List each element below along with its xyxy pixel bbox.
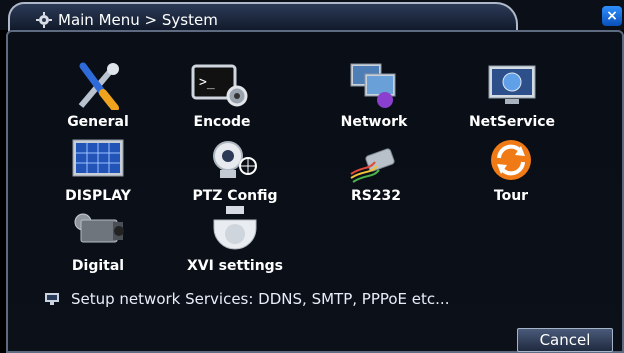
menu-item-label: RS232	[350, 188, 402, 204]
ip-camera-icon	[67, 206, 129, 254]
menu-item-label: Encode	[193, 114, 251, 130]
menu-item-label: Tour	[493, 188, 529, 204]
window-title-text: Main Menu > System	[58, 11, 218, 29]
status-hint: Setup network Services: DDNS, SMTP, PPPo…	[45, 290, 449, 308]
window-title: Main Menu > System	[36, 11, 218, 29]
title-bar: Main Menu > System ×	[0, 0, 624, 32]
menu-item-general[interactable]: General	[38, 62, 158, 142]
globe-monitor-icon	[481, 62, 543, 110]
menu-item-ptz-config[interactable]: PTZ Config	[175, 136, 295, 216]
refresh-icon	[480, 136, 542, 184]
cancel-button[interactable]: Cancel	[517, 328, 613, 352]
menu-item-label: PTZ Config	[192, 188, 278, 204]
hint-text: Setup network Services: DDNS, SMTP, PPPo…	[71, 290, 450, 308]
menu-item-label: DISPLAY	[65, 188, 131, 204]
svg-text:>_: >_	[199, 75, 215, 90]
close-button[interactable]: ×	[602, 6, 622, 26]
menu-item-label: Digital	[71, 258, 125, 274]
ptz-camera-icon	[204, 136, 266, 184]
menu-item-label: XVI settings	[186, 258, 284, 274]
menu-item-display[interactable]: DISPLAY	[38, 136, 158, 216]
gear-icon	[36, 12, 52, 28]
serial-cable-icon	[345, 136, 407, 184]
window-tab: Main Menu > System	[8, 2, 518, 32]
menu-item-tour[interactable]: Tour	[451, 136, 571, 216]
menu-item-encode[interactable]: >_ Encode	[162, 62, 282, 142]
terminal-gear-icon: >_	[191, 62, 253, 110]
menu-item-network[interactable]: Network	[314, 62, 434, 142]
menu-item-xvi-settings[interactable]: XVI settings	[175, 206, 295, 286]
close-icon: ×	[606, 8, 618, 24]
menu-item-label: Network	[340, 114, 408, 130]
menu-item-label: NetService	[468, 114, 556, 130]
display-grid-icon	[67, 136, 129, 184]
menu-item-label: General	[67, 114, 129, 130]
tools-icon	[67, 62, 129, 110]
monitor-icon	[45, 293, 59, 305]
menu-item-netservice[interactable]: NetService	[452, 62, 572, 142]
monitors-network-icon	[343, 62, 405, 110]
menu-item-digital[interactable]: Digital	[38, 206, 158, 286]
menu-item-rs232[interactable]: RS232	[316, 136, 436, 216]
dome-camera-icon	[204, 206, 266, 254]
